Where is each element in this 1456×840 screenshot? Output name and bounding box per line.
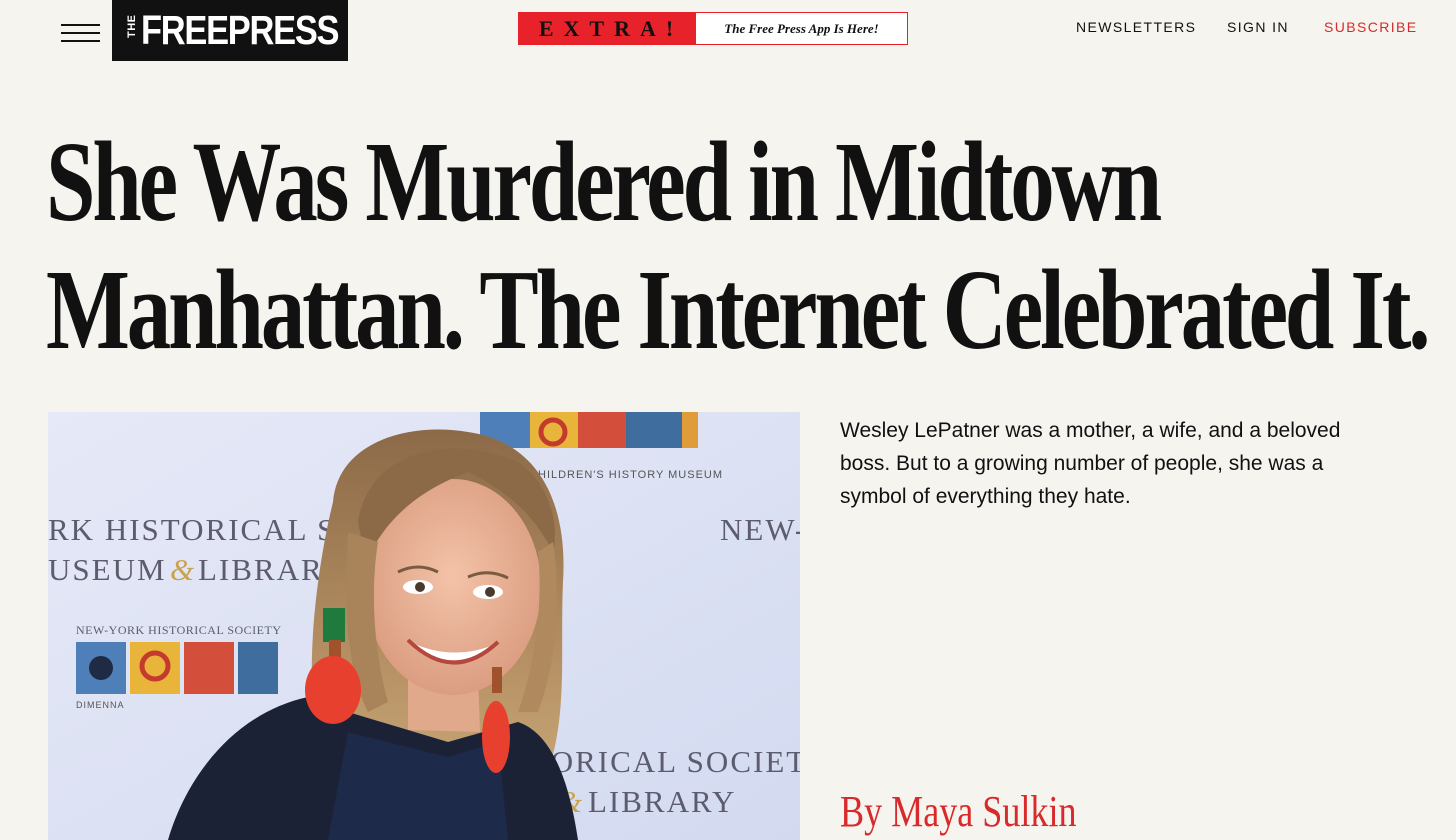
- nav-sign-in-link[interactable]: SIGN IN: [1227, 19, 1289, 35]
- hero-photo-illustration: HILDREN'S HISTORY MUSEUM RK HISTORICAL S…: [48, 412, 800, 840]
- backdrop-small-label: NEW-YORK HISTORICAL SOCIETY: [76, 623, 282, 637]
- nav-newsletters-link[interactable]: NEWSLETTERS: [1076, 19, 1196, 35]
- backdrop-dimenna-text: DIMENNA: [76, 700, 125, 710]
- site-logo[interactable]: THE FREEPRESS: [112, 0, 348, 61]
- headline-line-1: She Was Murdered in Midtown: [46, 118, 1162, 245]
- nav-subscribe-link[interactable]: SUBSCRIBE: [1324, 19, 1418, 35]
- backdrop-line-2a: USEUM: [48, 552, 167, 587]
- backdrop-line-2b: LIBRAR: [198, 552, 324, 587]
- backdrop-bottom-line-2b: LIBRARY: [588, 784, 736, 819]
- logo-the-text: THE: [126, 14, 138, 38]
- backdrop-line-1: RK HISTORICAL SO: [48, 512, 361, 547]
- extra-label: EXTRA!: [518, 12, 696, 45]
- backdrop-childrens-museum-text: HILDREN'S HISTORY MUSEUM: [538, 469, 723, 481]
- hero-photo: HILDREN'S HISTORY MUSEUM RK HISTORICAL S…: [48, 412, 800, 840]
- backdrop-new-text: NEW-: [720, 512, 800, 547]
- extra-tagline: The Free Press App Is Here!: [696, 12, 908, 45]
- article-byline[interactable]: By Maya Sulkin: [840, 784, 1077, 840]
- article-headline: She Was Murdered in Midtown Manhattan. T…: [46, 118, 1431, 374]
- article-dek: Wesley LePatner was a mother, a wife, an…: [840, 419, 1341, 508]
- extra-app-banner[interactable]: EXTRA! The Free Press App Is Here!: [518, 12, 908, 45]
- headline-line-2: Manhattan. The Internet Celebrated It.: [46, 246, 1431, 373]
- backdrop-ampersand-1: &: [170, 552, 194, 587]
- logo-name-text: FREEPRESS: [141, 7, 340, 53]
- menu-icon[interactable]: [61, 23, 100, 43]
